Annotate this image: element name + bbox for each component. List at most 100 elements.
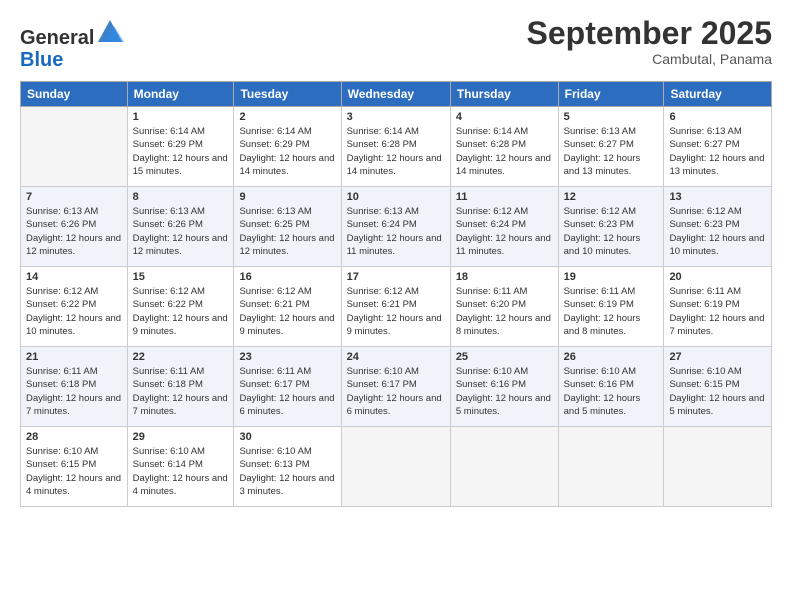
day-number: 6 <box>669 111 766 123</box>
calendar-cell <box>558 427 664 507</box>
day-number: 24 <box>347 351 445 363</box>
calendar-table: Sunday Monday Tuesday Wednesday Thursday… <box>20 81 772 507</box>
day-number: 8 <box>133 191 229 203</box>
day-number: 7 <box>26 191 122 203</box>
calendar-cell <box>664 427 772 507</box>
day-info: Sunrise: 6:11 AMSunset: 6:18 PMDaylight:… <box>133 365 229 418</box>
day-number: 14 <box>26 271 122 283</box>
day-number: 13 <box>669 191 766 203</box>
header-saturday: Saturday <box>664 82 772 107</box>
calendar-week-row: 28Sunrise: 6:10 AMSunset: 6:15 PMDayligh… <box>21 427 772 507</box>
calendar-cell: 21 Sunrise: 6:11 AMSunset: 6:18 PMDayligh… <box>21 347 128 427</box>
day-info: Sunrise: 6:12 AMSunset: 6:24 PMDaylight:… <box>456 205 553 258</box>
day-info: Sunrise: 6:11 AMSunset: 6:18 PMDaylight:… <box>26 365 122 418</box>
day-info: Sunrise: 6:13 AMSunset: 6:26 PMDaylight:… <box>133 205 229 258</box>
calendar-cell: 2 Sunrise: 6:14 AMSunset: 6:29 PMDaylight… <box>234 107 341 187</box>
calendar-cell: 19 Sunrise: 6:11 AMSunset: 6:19 PMDayligh… <box>558 267 664 347</box>
calendar-cell <box>341 427 450 507</box>
day-info: Sunrise: 6:12 AMSunset: 6:23 PMDaylight:… <box>564 205 659 258</box>
calendar-cell: 7 Sunrise: 6:13 AMSunset: 6:26 PMDaylight… <box>21 187 128 267</box>
header-tuesday: Tuesday <box>234 82 341 107</box>
day-info: Sunrise: 6:10 AMSunset: 6:14 PMDaylight:… <box>133 445 229 498</box>
day-info: Sunrise: 6:13 AMSunset: 6:26 PMDaylight:… <box>26 205 122 258</box>
header: General Blue September 2025 Cambutal, Pa… <box>20 16 772 71</box>
day-number: 9 <box>239 191 335 203</box>
calendar-header-row: Sunday Monday Tuesday Wednesday Thursday… <box>21 82 772 107</box>
day-info: Sunrise: 6:10 AMSunset: 6:16 PMDaylight:… <box>456 365 553 418</box>
day-info: Sunrise: 6:14 AMSunset: 6:29 PMDaylight:… <box>239 125 335 178</box>
calendar-cell: 8 Sunrise: 6:13 AMSunset: 6:26 PMDaylight… <box>127 187 234 267</box>
day-number: 4 <box>456 111 553 123</box>
calendar-cell: 12 Sunrise: 6:12 AMSunset: 6:23 PMDayligh… <box>558 187 664 267</box>
day-info: Sunrise: 6:14 AMSunset: 6:28 PMDaylight:… <box>456 125 553 178</box>
day-number: 2 <box>239 111 335 123</box>
calendar-cell: 24 Sunrise: 6:10 AMSunset: 6:17 PMDayligh… <box>341 347 450 427</box>
day-number: 27 <box>669 351 766 363</box>
day-number: 26 <box>564 351 659 363</box>
calendar-cell: 14 Sunrise: 6:12 AMSunset: 6:22 PMDayligh… <box>21 267 128 347</box>
logo-general-text: General <box>20 27 94 49</box>
calendar-cell: 4 Sunrise: 6:14 AMSunset: 6:28 PMDaylight… <box>450 107 558 187</box>
day-info: Sunrise: 6:12 AMSunset: 6:21 PMDaylight:… <box>347 285 445 338</box>
calendar-cell: 30 Sunrise: 6:10 AMSunset: 6:13 PMDayligh… <box>234 427 341 507</box>
day-number: 30 <box>239 431 335 443</box>
day-info: Sunrise: 6:13 AMSunset: 6:27 PMDaylight:… <box>564 125 659 178</box>
day-number: 1 <box>133 111 229 123</box>
day-info: Sunrise: 6:13 AMSunset: 6:25 PMDaylight:… <box>239 205 335 258</box>
day-info: Sunrise: 6:10 AMSunset: 6:13 PMDaylight:… <box>239 445 335 498</box>
day-info: Sunrise: 6:11 AMSunset: 6:19 PMDaylight:… <box>669 285 766 338</box>
calendar-cell: 15 Sunrise: 6:12 AMSunset: 6:22 PMDayligh… <box>127 267 234 347</box>
day-info: Sunrise: 6:13 AMSunset: 6:24 PMDaylight:… <box>347 205 445 258</box>
day-info: Sunrise: 6:11 AMSunset: 6:17 PMDaylight:… <box>239 365 335 418</box>
day-info: Sunrise: 6:10 AMSunset: 6:17 PMDaylight:… <box>347 365 445 418</box>
day-info: Sunrise: 6:12 AMSunset: 6:22 PMDaylight:… <box>26 285 122 338</box>
day-info: Sunrise: 6:11 AMSunset: 6:19 PMDaylight:… <box>564 285 659 338</box>
day-number: 28 <box>26 431 122 443</box>
day-number: 3 <box>347 111 445 123</box>
day-number: 17 <box>347 271 445 283</box>
day-info: Sunrise: 6:14 AMSunset: 6:28 PMDaylight:… <box>347 125 445 178</box>
calendar-cell: 6Sunrise: 6:13 AMSunset: 6:27 PMDaylight… <box>664 107 772 187</box>
month-title: September 2025 <box>527 16 772 51</box>
day-number: 25 <box>456 351 553 363</box>
calendar-cell: 13 Sunrise: 6:12 AMSunset: 6:23 PMDayligh… <box>664 187 772 267</box>
logo-blue-text: Blue <box>20 49 63 71</box>
location: Cambutal, Panama <box>527 51 772 67</box>
day-number: 18 <box>456 271 553 283</box>
calendar-cell: 26Sunrise: 6:10 AMSunset: 6:16 PMDayligh… <box>558 347 664 427</box>
day-number: 16 <box>239 271 335 283</box>
day-number: 20 <box>669 271 766 283</box>
day-number: 15 <box>133 271 229 283</box>
day-info: Sunrise: 6:12 AMSunset: 6:23 PMDaylight:… <box>669 205 766 258</box>
day-number: 19 <box>564 271 659 283</box>
day-info: Sunrise: 6:12 AMSunset: 6:22 PMDaylight:… <box>133 285 229 338</box>
calendar-cell: 10Sunrise: 6:13 AMSunset: 6:24 PMDayligh… <box>341 187 450 267</box>
calendar-cell: 16 Sunrise: 6:12 AMSunset: 6:21 PMDayligh… <box>234 267 341 347</box>
logo: General Blue <box>20 16 124 71</box>
day-info: Sunrise: 6:10 AMSunset: 6:15 PMDaylight:… <box>669 365 766 418</box>
calendar-cell: 28Sunrise: 6:10 AMSunset: 6:15 PMDayligh… <box>21 427 128 507</box>
day-number: 22 <box>133 351 229 363</box>
day-number: 12 <box>564 191 659 203</box>
calendar-cell: 3 Sunrise: 6:14 AMSunset: 6:28 PMDaylight… <box>341 107 450 187</box>
day-number: 21 <box>26 351 122 363</box>
calendar-cell: 18 Sunrise: 6:11 AMSunset: 6:20 PMDayligh… <box>450 267 558 347</box>
calendar-week-row: 21 Sunrise: 6:11 AMSunset: 6:18 PMDayligh… <box>21 347 772 427</box>
calendar-cell: 22 Sunrise: 6:11 AMSunset: 6:18 PMDayligh… <box>127 347 234 427</box>
header-monday: Monday <box>127 82 234 107</box>
header-wednesday: Wednesday <box>341 82 450 107</box>
day-info: Sunrise: 6:12 AMSunset: 6:21 PMDaylight:… <box>239 285 335 338</box>
day-info: Sunrise: 6:11 AMSunset: 6:20 PMDaylight:… <box>456 285 553 338</box>
calendar-cell: 29Sunrise: 6:10 AMSunset: 6:14 PMDayligh… <box>127 427 234 507</box>
header-friday: Friday <box>558 82 664 107</box>
day-number: 23 <box>239 351 335 363</box>
calendar-week-row: 14 Sunrise: 6:12 AMSunset: 6:22 PMDayligh… <box>21 267 772 347</box>
calendar-cell: 1Sunrise: 6:14 AMSunset: 6:29 PMDaylight… <box>127 107 234 187</box>
calendar-cell <box>21 107 128 187</box>
header-thursday: Thursday <box>450 82 558 107</box>
calendar-cell: 17 Sunrise: 6:12 AMSunset: 6:21 PMDayligh… <box>341 267 450 347</box>
page: General Blue September 2025 Cambutal, Pa… <box>0 0 792 612</box>
calendar-cell: 25 Sunrise: 6:10 AMSunset: 6:16 PMDayligh… <box>450 347 558 427</box>
title-area: September 2025 Cambutal, Panama <box>527 16 772 67</box>
calendar-cell: 20 Sunrise: 6:11 AMSunset: 6:19 PMDayligh… <box>664 267 772 347</box>
